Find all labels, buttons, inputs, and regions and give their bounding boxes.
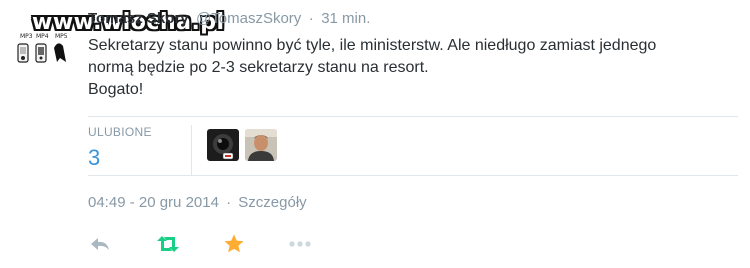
retweet-button[interactable] <box>156 232 180 256</box>
avatar[interactable] <box>245 129 277 161</box>
avatar[interactable] <box>207 129 239 161</box>
author-display-name[interactable]: Tomasz Skory <box>88 10 189 27</box>
meta-separator: · <box>226 194 232 211</box>
details-link[interactable]: Szczegóły <box>238 194 306 211</box>
tweet-time-ago[interactable]: 31 min. <box>321 10 370 27</box>
reply-button[interactable] <box>88 232 112 256</box>
author-screen-name[interactable]: @TomaszSkory <box>196 10 301 27</box>
tweet-text-line: normą będzie po 2-3 sekretarzy stanu na … <box>88 59 429 76</box>
header-separator: · <box>308 10 314 27</box>
likes-count[interactable]: 3 <box>88 145 100 171</box>
media-player-icons <box>17 43 66 63</box>
likes-stat[interactable]: ULUBIONE 3 <box>88 125 192 175</box>
reply-icon <box>91 238 109 250</box>
star-icon <box>224 234 244 253</box>
favorite-button[interactable] <box>222 232 246 256</box>
likes-label: ULUBIONE <box>88 125 152 139</box>
tweet-header: Tomasz Skory @TomaszSkory · 31 min. <box>88 10 370 30</box>
more-icon <box>289 241 311 247</box>
tweet-text-line: Bogato! <box>88 81 144 98</box>
tweet-meta: 04:49 - 20 gru 2014 · Szczegóły <box>88 194 307 211</box>
tweet-text: Sekretarzy stanu powinno być tyle, ile m… <box>88 35 738 101</box>
tweet-timestamp[interactable]: 04:49 - 20 gru 2014 <box>88 194 219 211</box>
more-button[interactable] <box>288 232 312 256</box>
watermark-caption: MP3 <box>20 33 33 40</box>
retweet-icon <box>157 236 179 252</box>
tweet-stats: ULUBIONE 3 <box>88 116 738 176</box>
liker-avatars <box>207 129 277 161</box>
tweet-text-line: Sekretarzy stanu powinno być tyle, ile m… <box>88 37 657 54</box>
